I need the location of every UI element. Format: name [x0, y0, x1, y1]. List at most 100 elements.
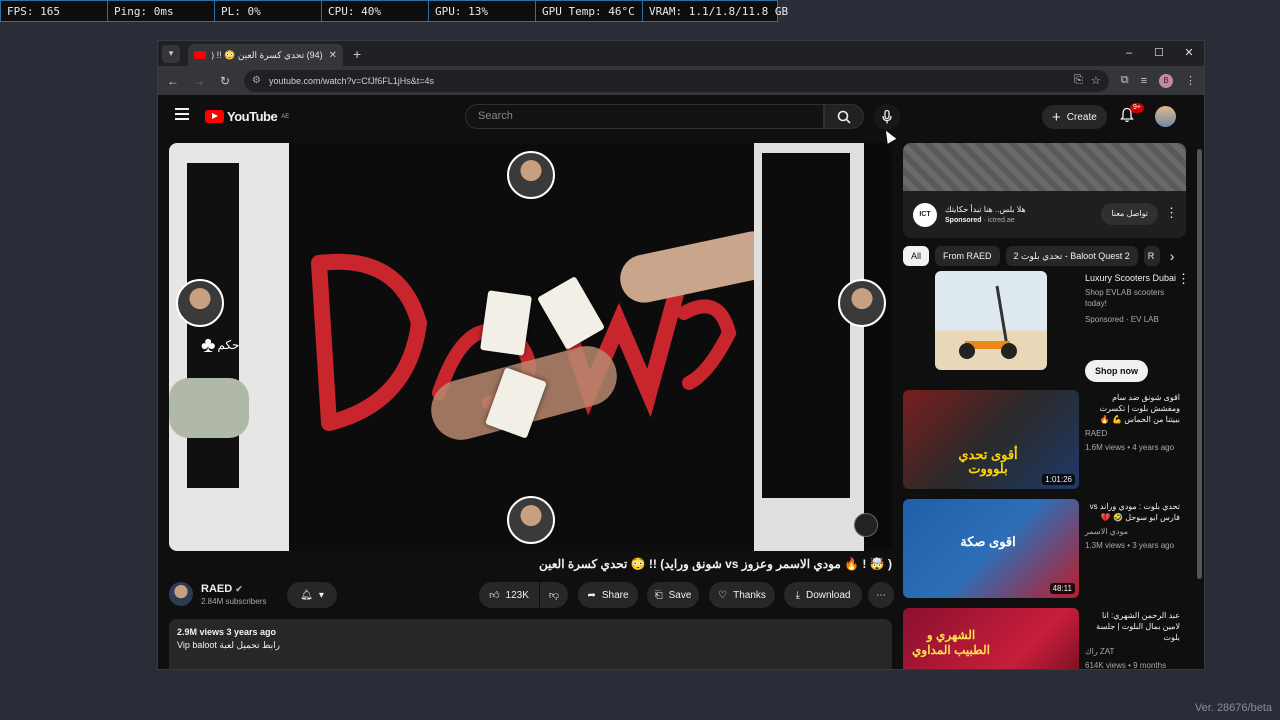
recommendation-sponsored[interactable]: Luxury Scooters Dubai Shop EVLAB scooter…: [903, 271, 1190, 385]
chip-more[interactable]: R: [1143, 246, 1160, 266]
rec-channel: RAED: [1085, 429, 1108, 438]
voice-search-button[interactable]: [874, 104, 900, 130]
thumbs-down-icon: 👎︎: [548, 590, 560, 601]
rec-subtitle: Shop EVLAB scooters today!: [1085, 288, 1165, 308]
close-window-icon[interactable]: ✕: [1174, 41, 1204, 66]
video-thumbnail: الشهري و الطبيب المداوي: [903, 608, 1079, 669]
duration-badge: 1:01:26: [1042, 474, 1075, 485]
rec-meta: 1.6M views • 4 years ago: [1085, 443, 1175, 452]
thumb-text: اقوى صكة: [960, 534, 1016, 549]
browser-window: ▾ (94) تحدي كسرة العين 😳 !! (شونق ✕ + – …: [157, 40, 1205, 670]
media-control-icon[interactable]: ≡: [1141, 75, 1147, 87]
recommendation-video[interactable]: أقوى تحدي بلوووت 1:01:26 اقوى شونق ضد سا…: [903, 390, 1187, 494]
toolbar: ← → ↻ ⚙ youtube.com/watch?v=CfJf6FL1jHs&…: [158, 66, 1204, 95]
share-button[interactable]: ➦ Share: [578, 582, 638, 608]
youtube-play-icon: [205, 110, 224, 123]
chevron-down-icon: ▾: [168, 48, 174, 58]
description-box[interactable]: 2.9M views 3 years ago Vip baloot رابط ت…: [169, 619, 892, 669]
recommendation-video[interactable]: اقوى صكة 48:11 تحدي بلوت : مودي وراند vs…: [903, 499, 1187, 603]
address-bar[interactable]: ⚙ youtube.com/watch?v=CfJf6FL1jHs&t=4s ⎘…: [244, 69, 1109, 92]
save-button[interactable]: ⎗ Save: [647, 582, 699, 608]
forward-icon[interactable]: →: [192, 74, 206, 88]
chevron-down-icon: ▾: [318, 589, 324, 601]
thanks-button[interactable]: ♡ Thanks: [709, 582, 775, 608]
fps-readout: FPS: 165: [1, 1, 108, 21]
share-label: Share: [601, 589, 629, 601]
save-label: Save: [668, 589, 692, 601]
channel-info: RAED ✔ 2.84M subscribers: [169, 582, 266, 606]
player-portrait-top: [507, 151, 555, 199]
player-portrait-right: [838, 279, 886, 327]
back-icon[interactable]: ←: [166, 74, 180, 88]
dislike-button[interactable]: 👎︎: [540, 582, 568, 608]
channel-watermark[interactable]: [854, 513, 878, 537]
account-avatar[interactable]: [1155, 106, 1176, 127]
maximize-icon[interactable]: ☐: [1144, 41, 1174, 66]
download-button[interactable]: ⤓ Download: [784, 582, 862, 608]
masthead: YouTube AE Search + Create 9+: [158, 95, 1204, 139]
gpu-readout: GPU: 13%: [429, 1, 536, 21]
gpu-temp-readout: GPU Temp: 46°C: [536, 1, 643, 21]
channel-avatar[interactable]: [169, 582, 193, 606]
ad-title: هلا بلس.. هنا تبدأ حكايتك: [945, 205, 1026, 214]
page-scrollbar[interactable]: [1197, 149, 1202, 579]
search-input[interactable]: Search: [465, 104, 824, 129]
chevron-right-icon[interactable]: ›: [1170, 248, 1175, 264]
channel-name[interactable]: RAED ✔: [201, 583, 266, 595]
player-portrait-bottom: [507, 496, 555, 544]
url-text: youtube.com/watch?v=CfJf6FL1jHs&t=4s: [268, 75, 435, 86]
shop-now-button[interactable]: Shop now: [1085, 360, 1148, 382]
ad-card[interactable]: ICT هلا بلس.. هنا تبدأ حكايتك Sponsored …: [903, 191, 1186, 238]
rec-title: عبد الرحمن الشهري: انا لامين بمال البلوت…: [1096, 611, 1180, 642]
close-tab-icon[interactable]: ✕: [329, 50, 337, 61]
region-code: AE: [281, 113, 290, 120]
sidebar: ICT هلا بلس.. هنا تبدأ حكايتك Sponsored …: [903, 143, 1190, 669]
tab-search-button[interactable]: ▾: [162, 44, 180, 63]
rec-menu-icon[interactable]: ⋮: [1177, 271, 1190, 287]
bookmark-star-icon[interactable]: ☆: [1091, 74, 1101, 87]
tab-title: (94) تحدي كسرة العين 😳 !! (شونق: [212, 49, 323, 60]
recommendation-video[interactable]: الشهري و الطبيب المداوي عبد الرحمن الشهر…: [903, 608, 1187, 669]
ad-cta-button[interactable]: تواصل معنا: [1101, 203, 1158, 225]
player-portrait-left: [176, 279, 224, 327]
advertiser-logo: ICT: [913, 202, 937, 227]
description-text: Vip baloot رابط تحميل لعبة: [177, 640, 280, 650]
trump-label: حكم: [217, 338, 240, 353]
ad-banner-image[interactable]: [903, 143, 1186, 191]
hamburger-menu-icon[interactable]: [175, 108, 189, 123]
search-button[interactable]: [824, 104, 864, 129]
like-button[interactable]: 👍︎ 123K: [479, 582, 539, 608]
views-and-date: 2.9M views 3 years ago: [177, 627, 277, 637]
profile-avatar[interactable]: B: [1159, 73, 1173, 88]
reload-icon[interactable]: ↻: [218, 74, 232, 88]
rec-info: Luxury Scooters Dubai Shop EVLAB scooter…: [1085, 273, 1180, 325]
rec-title: تحدي بلوت : مودي وراند vs فارس ابو سوحل …: [1089, 502, 1180, 522]
video-player[interactable]: ♣ حكم: [169, 143, 892, 551]
minimize-icon[interactable]: –: [1114, 41, 1144, 66]
chip-baloot-quest[interactable]: تحدي بلوت 2 - Baloot Quest 2: [1005, 246, 1138, 266]
youtube-favicon-icon: [194, 51, 206, 59]
extensions-icon[interactable]: ⧉: [1121, 74, 1129, 87]
create-button[interactable]: + Create: [1042, 105, 1107, 129]
site-info-icon[interactable]: ⚙: [252, 75, 261, 86]
new-tab-button[interactable]: +: [353, 46, 361, 62]
chip-from-raed[interactable]: From RAED: [935, 246, 1000, 266]
youtube-logo[interactable]: YouTube AE: [205, 109, 289, 124]
youtube-page: YouTube AE Search + Create 9+ ♣ حكم (🤯 …: [158, 95, 1204, 669]
ad-menu-icon[interactable]: ⋮: [1165, 205, 1178, 221]
download-label: Download: [805, 589, 851, 601]
microphone-icon: [882, 110, 892, 124]
ad-sponsor-line: Sponsored · ictred.ae: [945, 217, 1015, 224]
tab-strip: ▾ (94) تحدي كسرة العين 😳 !! (شونق ✕ + – …: [158, 41, 1204, 66]
install-app-icon[interactable]: ⎘: [1074, 74, 1083, 87]
playing-card: [480, 290, 532, 356]
tab-youtube[interactable]: (94) تحدي كسرة العين 😳 !! (شونق ✕: [188, 44, 343, 66]
thanks-heart-icon: ♡: [718, 589, 728, 601]
trump-suit-indicator: ♣ حكم: [201, 331, 239, 358]
video-thumbnail: اقوى صكة 48:11: [903, 499, 1079, 598]
more-actions-button[interactable]: ⋯: [868, 582, 894, 608]
subscription-bell-button[interactable]: 🔔︎ ▾: [287, 582, 337, 608]
plus-icon: +: [1052, 108, 1061, 126]
browser-menu-icon[interactable]: ⋮: [1185, 74, 1196, 87]
chip-all[interactable]: All: [903, 246, 930, 266]
